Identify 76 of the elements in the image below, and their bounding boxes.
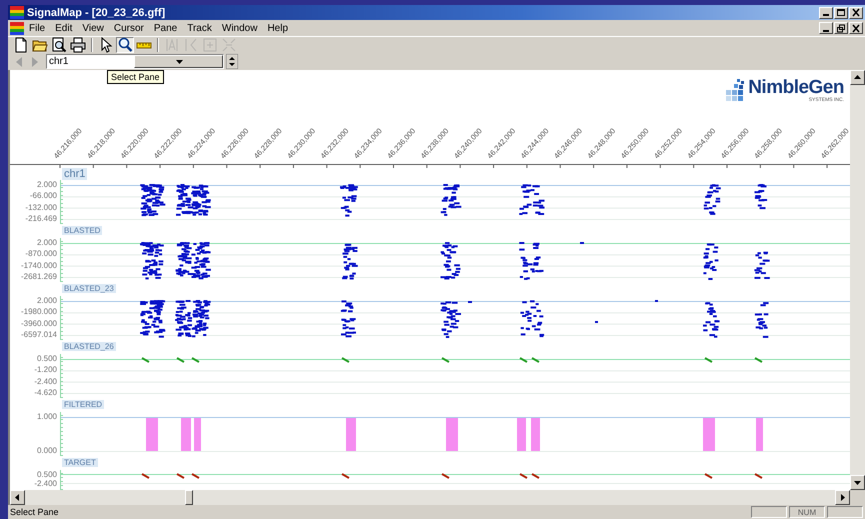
menu-item[interactable]: Help xyxy=(262,22,294,34)
window-title: SignalMap - [20_23_26.gff] xyxy=(27,6,166,18)
axis-label: -1.200 xyxy=(34,365,57,376)
caret-icon xyxy=(176,60,183,64)
status-indicator: NUM xyxy=(789,506,825,518)
menu-item[interactable]: Cursor xyxy=(108,22,149,34)
spin-button[interactable] xyxy=(226,54,238,69)
zoom-icon xyxy=(117,37,133,53)
axis-label: -132.000 xyxy=(25,202,57,213)
axis-label: -2.400 xyxy=(34,479,57,488)
status-message: Select Pane xyxy=(10,507,60,517)
axis-label: -2681.269 xyxy=(20,272,57,282)
document-icon xyxy=(10,22,24,34)
scroll-left-button[interactable] xyxy=(10,490,25,505)
axis-line xyxy=(60,412,64,456)
minimize-icon xyxy=(823,14,829,16)
track-name-label: BLASTED_26 xyxy=(62,342,116,351)
tooltip: Select Pane xyxy=(107,70,164,84)
axis-label: 2.000 xyxy=(36,238,57,248)
track-name-label: TARGET xyxy=(62,458,98,467)
arrow-icon xyxy=(854,74,861,81)
axis-label: 2.000 xyxy=(36,180,57,190)
close-button[interactable] xyxy=(849,22,863,34)
logo-name: NimbleGen xyxy=(748,78,844,97)
scroll-down-button[interactable] xyxy=(850,475,865,490)
vertical-scrollbar[interactable] xyxy=(850,70,865,490)
arrow-icon xyxy=(854,479,861,486)
axis-label: -216.469 xyxy=(25,214,57,224)
scroll-right-button[interactable] xyxy=(835,490,850,505)
axis-label: 0.000 xyxy=(36,446,57,456)
menu-item[interactable]: File xyxy=(24,22,50,34)
menu-item[interactable]: Track xyxy=(182,22,217,34)
arrow-icon xyxy=(15,56,23,68)
menu-item[interactable]: Window xyxy=(216,22,262,34)
axis-label: -1740.000 xyxy=(20,260,57,271)
app-icon xyxy=(10,6,24,19)
track-name-label: FILTERED xyxy=(62,400,104,409)
axis-label: -2.400 xyxy=(34,376,57,387)
axis-line xyxy=(60,296,64,340)
menu-item[interactable]: Pane xyxy=(148,22,182,34)
print-button[interactable] xyxy=(69,37,87,53)
restore-button[interactable] xyxy=(834,22,848,34)
close-icon xyxy=(851,8,861,17)
close-button[interactable] xyxy=(849,6,863,18)
size-grip[interactable] xyxy=(850,490,865,505)
menu-item[interactable]: View xyxy=(77,22,109,34)
maximize-button[interactable] xyxy=(834,6,848,18)
axis-label: 1.000 xyxy=(36,412,57,422)
axis-label: -4.620 xyxy=(34,388,57,398)
axis-label: -3960.000 xyxy=(20,318,57,329)
arrow-icon xyxy=(839,494,846,501)
arrow-icon xyxy=(31,56,39,68)
axis-line xyxy=(60,180,64,224)
maximize-icon xyxy=(836,8,846,17)
restore-icon xyxy=(836,24,846,32)
axis-label: -66.000 xyxy=(30,191,57,202)
track-name-label: BLASTED xyxy=(62,226,102,235)
axis-label: 2.000 xyxy=(36,296,57,306)
axis-label: 0.500 xyxy=(36,354,57,364)
minimize-button[interactable] xyxy=(819,6,833,18)
axis-label: -6597.014 xyxy=(20,330,57,340)
axis-label: -870.000 xyxy=(25,249,57,260)
minimize-icon xyxy=(823,30,829,32)
zoom-tool-button[interactable] xyxy=(116,37,134,53)
scroll-up-button[interactable] xyxy=(850,70,865,85)
sequence-dropdown[interactable]: chr1 xyxy=(46,54,224,69)
axis-label: 0.500 xyxy=(36,470,57,479)
minimize-button[interactable] xyxy=(819,22,833,34)
scroll-thumb[interactable] xyxy=(185,490,193,505)
arrow-icon xyxy=(14,494,21,501)
menu-item[interactable]: Edit xyxy=(50,22,78,34)
sequence-label: chr1 xyxy=(62,168,88,180)
track-name-label: BLASTED_23 xyxy=(62,284,116,293)
close-icon xyxy=(851,24,861,32)
print-preview-button[interactable] xyxy=(50,37,68,53)
axis-label: -1980.000 xyxy=(20,307,57,318)
